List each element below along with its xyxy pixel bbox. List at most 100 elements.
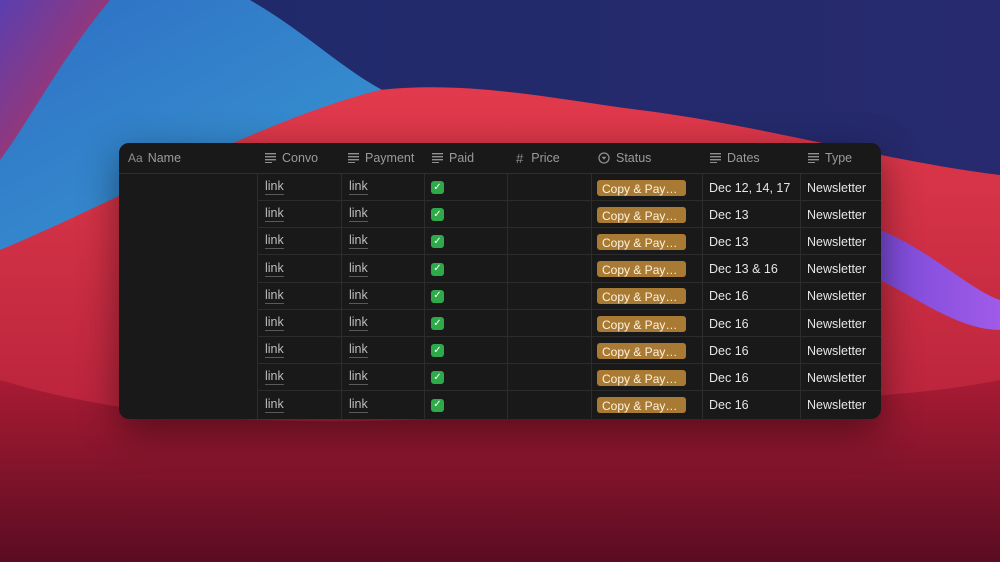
status-cell: Copy & Payme... bbox=[597, 364, 686, 391]
status-tag[interactable]: Copy & Payme... bbox=[597, 315, 686, 332]
type-cell: Newsletter bbox=[807, 392, 866, 419]
paid-cell: ✓ bbox=[431, 392, 444, 419]
table-row[interactable]: link link ✓ Copy & Payme... Dec 13 Newsletter bbox=[257, 228, 881, 256]
type-value: Newsletter bbox=[807, 343, 867, 358]
dates-cell: Dec 16 bbox=[709, 310, 749, 337]
column-header-name[interactable]: Aa Name bbox=[128, 143, 181, 173]
convo-link[interactable]: link bbox=[265, 234, 284, 250]
type-value: Newsletter bbox=[807, 262, 867, 277]
convo-link[interactable]: link bbox=[265, 397, 284, 413]
check-mark-icon[interactable]: ✓ bbox=[431, 208, 444, 222]
type-value: Newsletter bbox=[807, 207, 867, 222]
payment-link[interactable]: link bbox=[349, 288, 368, 304]
dates-value: Dec 16 bbox=[709, 343, 749, 358]
convo-cell: link bbox=[265, 310, 284, 337]
paid-cell: ✓ bbox=[431, 337, 444, 364]
convo-link[interactable]: link bbox=[265, 316, 284, 331]
column-header-paid[interactable]: Paid bbox=[432, 143, 474, 173]
check-mark-icon[interactable]: ✓ bbox=[431, 371, 444, 385]
status-cell: Copy & Payme... bbox=[597, 256, 686, 283]
status-tag[interactable]: Copy & Payme... bbox=[597, 179, 686, 196]
table-row[interactable]: link link ✓ Copy & Payme... Dec 16 Newsletter bbox=[257, 310, 881, 337]
convo-link[interactable]: link bbox=[265, 207, 284, 223]
dates-value: Dec 12, 14, 17 bbox=[709, 180, 791, 195]
type-cell: Newsletter bbox=[807, 228, 866, 255]
check-mark-icon[interactable]: ✓ bbox=[431, 398, 444, 412]
status-tag[interactable]: Copy & Payme... bbox=[597, 233, 686, 250]
payment-link[interactable]: link bbox=[349, 370, 368, 386]
table-row[interactable]: link link ✓ Copy & Payme... Dec 16 Newsletter bbox=[257, 283, 881, 310]
payment-link[interactable]: link bbox=[349, 180, 368, 195]
payment-cell: link bbox=[349, 201, 368, 228]
payment-cell: link bbox=[349, 392, 368, 419]
dates-value: Dec 16 bbox=[709, 289, 749, 304]
table-row[interactable]: link link ✓ Copy & Payme... Dec 13 Newsletter bbox=[257, 201, 881, 229]
dates-cell: Dec 16 bbox=[709, 364, 749, 391]
check-mark-icon[interactable]: ✓ bbox=[431, 181, 444, 194]
convo-link[interactable]: link bbox=[265, 343, 284, 359]
payment-cell: link bbox=[349, 256, 368, 283]
column-header-dates[interactable]: Dates bbox=[710, 143, 760, 173]
payment-link[interactable]: link bbox=[349, 316, 368, 331]
column-header-type[interactable]: Type bbox=[808, 143, 852, 173]
check-mark-icon[interactable]: ✓ bbox=[431, 235, 444, 249]
paid-cell: ✓ bbox=[431, 174, 444, 201]
status-cell: Copy & Payme... bbox=[597, 310, 686, 337]
status-tag[interactable]: Copy & Payme... bbox=[597, 288, 686, 305]
dates-value: Dec 13 & 16 bbox=[709, 262, 778, 277]
paid-cell: ✓ bbox=[431, 201, 444, 228]
status-cell: Copy & Payme... bbox=[597, 283, 686, 310]
payment-link[interactable]: link bbox=[349, 207, 368, 223]
dates-value: Dec 16 bbox=[709, 370, 749, 385]
dates-cell: Dec 16 bbox=[709, 283, 749, 310]
status-cell: Copy & Payme... bbox=[597, 201, 686, 228]
table-row[interactable]: link link ✓ Copy & Payme... Dec 13 & 16 Newsl… bbox=[257, 256, 881, 283]
payment-cell: link bbox=[349, 174, 368, 201]
column-header-payment[interactable]: Payment bbox=[348, 143, 414, 173]
check-mark-icon[interactable]: ✓ bbox=[431, 289, 444, 303]
status-tag[interactable]: Copy & Payme... bbox=[597, 397, 686, 414]
check-mark-icon[interactable]: ✓ bbox=[431, 317, 444, 330]
check-mark-icon[interactable]: ✓ bbox=[431, 262, 444, 276]
convo-link[interactable]: link bbox=[265, 261, 284, 277]
convo-link[interactable]: link bbox=[265, 180, 284, 195]
number-type-icon: # bbox=[516, 150, 524, 166]
column-header-status[interactable]: Status bbox=[598, 143, 651, 173]
type-cell: Newsletter bbox=[807, 337, 866, 364]
check-mark-icon[interactable]: ✓ bbox=[431, 344, 444, 358]
table-row[interactable]: link link ✓ Copy & Payme... Dec 16 Newsletter bbox=[257, 392, 881, 419]
payment-link[interactable]: link bbox=[349, 261, 368, 277]
column-header-price[interactable]: # Price bbox=[516, 143, 560, 173]
status-cell: Copy & Payme... bbox=[597, 392, 686, 419]
status-tag[interactable]: Copy & Payme... bbox=[597, 206, 686, 223]
payment-link[interactable]: link bbox=[349, 234, 368, 250]
convo-link[interactable]: link bbox=[265, 288, 284, 304]
convo-cell: link bbox=[265, 392, 284, 419]
payment-link[interactable]: link bbox=[349, 397, 368, 413]
status-tag[interactable]: Copy & Payme... bbox=[597, 369, 686, 386]
dates-cell: Dec 13 & 16 bbox=[709, 256, 778, 283]
lines-icon bbox=[808, 153, 819, 163]
status-cell: Copy & Payme... bbox=[597, 337, 686, 364]
payment-link[interactable]: link bbox=[349, 343, 368, 359]
table-row[interactable]: link link ✓ Copy & Payme... Dec 12, 14, 17 Ne… bbox=[257, 174, 881, 201]
status-tag[interactable]: Copy & Payme... bbox=[597, 261, 686, 278]
type-cell: Newsletter bbox=[807, 310, 866, 337]
table-row[interactable]: link link ✓ Copy & Payme... Dec 16 Newsletter bbox=[257, 364, 881, 392]
type-cell: Newsletter bbox=[807, 364, 866, 391]
dates-cell: Dec 13 bbox=[709, 201, 749, 228]
payment-cell: link bbox=[349, 283, 368, 310]
table-row[interactable]: link link ✓ Copy & Payme... Dec 16 Newsletter bbox=[257, 337, 881, 365]
table-header: Aa Name Convo Payment Paid # Price Statu… bbox=[119, 143, 881, 174]
payment-cell: link bbox=[349, 310, 368, 337]
paid-cell: ✓ bbox=[431, 228, 444, 255]
text-type-icon: Aa bbox=[128, 151, 143, 165]
convo-cell: link bbox=[265, 228, 284, 255]
type-value: Newsletter bbox=[807, 370, 867, 385]
column-header-convo[interactable]: Convo bbox=[265, 143, 318, 173]
convo-link[interactable]: link bbox=[265, 370, 284, 386]
status-tag[interactable]: Copy & Payme... bbox=[597, 342, 686, 359]
dates-value: Dec 16 bbox=[709, 398, 749, 413]
convo-cell: link bbox=[265, 283, 284, 310]
type-cell: Newsletter bbox=[807, 174, 866, 201]
